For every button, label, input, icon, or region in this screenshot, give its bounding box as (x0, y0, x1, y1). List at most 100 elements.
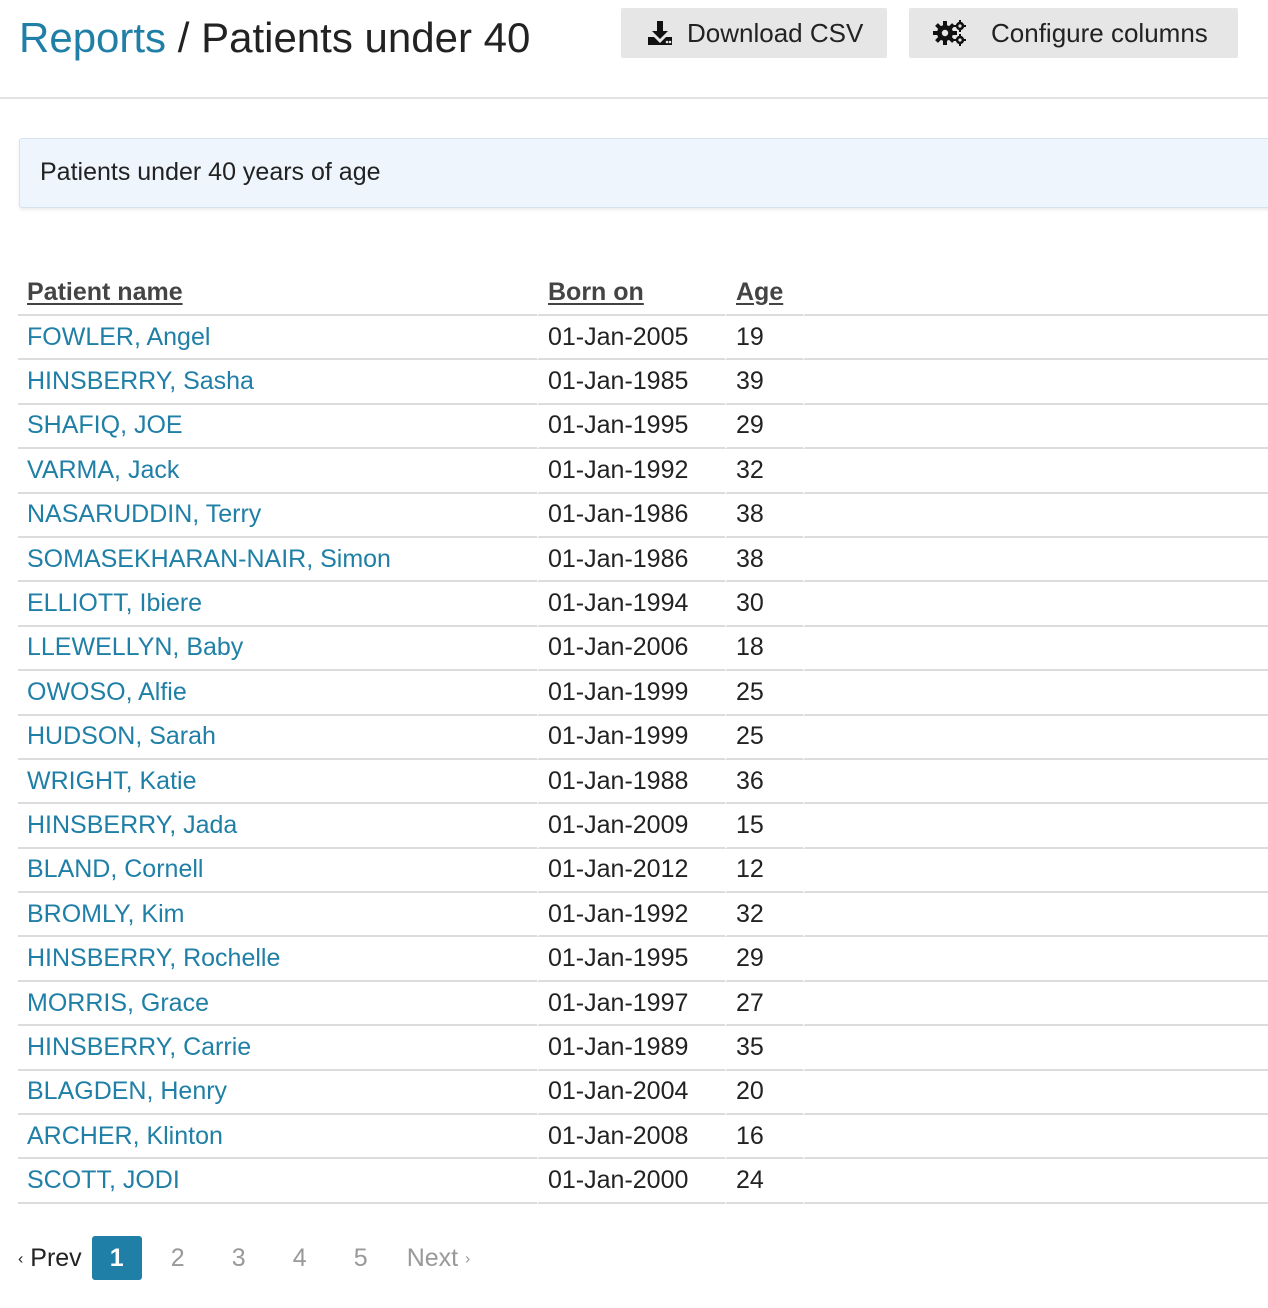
report-title: Patients under 40 (201, 14, 531, 61)
patient-name-link[interactable]: BROMLY, Kim (27, 900, 184, 928)
patient-name-link[interactable]: ELLIOTT, Ibiere (27, 589, 202, 617)
patient-name-cell: HINSBERRY, Carrie (18, 1026, 537, 1071)
patient-name-cell: FOWLER, Angel (18, 316, 537, 361)
table-row: SOMASEKHARAN-NAIR, Simon 01-Jan-1986 38 (18, 537, 1268, 583)
age-cell: 35 (725, 1026, 803, 1071)
age-cell: 18 (725, 626, 803, 672)
spacer-cell (803, 848, 1268, 894)
patient-name-link[interactable]: HUDSON, Sarah (27, 722, 216, 750)
spacer-cell (803, 1159, 1268, 1204)
patient-name-link[interactable]: FOWLER, Angel (27, 323, 210, 351)
spacer-cell (803, 537, 1268, 583)
breadcrumb-reports-link[interactable]: Reports (19, 14, 166, 61)
patient-name-cell: BROMLY, Kim (18, 893, 537, 938)
table-header-row: Patient name Born on Age (18, 272, 1268, 316)
breadcrumb-separator: / (166, 14, 202, 61)
born-on-cell: 01-Jan-2012 (537, 848, 725, 894)
spacer-cell (803, 981, 1268, 1027)
patient-name-link[interactable]: SHAFIQ, JOE (27, 411, 183, 439)
configure-columns-button[interactable]: Configure columns (909, 8, 1238, 58)
patient-name-link[interactable]: OWOSO, Alfie (27, 678, 187, 706)
table-row: SCOTT, JODI 01-Jan-2000 24 (18, 1159, 1268, 1204)
patient-name-link[interactable]: HINSBERRY, Jada (27, 811, 237, 839)
age-cell: 29 (725, 404, 803, 450)
sort-age-link[interactable]: Age (736, 278, 783, 306)
patient-name-cell: ARCHER, Klinton (18, 1115, 537, 1160)
spacer-cell (803, 626, 1268, 672)
table-row: MORRIS, Grace 01-Jan-1997 27 (18, 981, 1268, 1027)
patient-name-cell: SOMASEKHARAN-NAIR, Simon (18, 538, 537, 583)
chevron-left-icon: ‹ (18, 1249, 24, 1267)
page-link-2[interactable]: 2 (153, 1236, 203, 1280)
download-csv-label: Download CSV (687, 17, 864, 48)
patient-name-cell: BLAND, Cornell (18, 849, 537, 894)
patient-name-link[interactable]: WRIGHT, Katie (27, 767, 196, 795)
prev-page-link[interactable]: ‹ Prev (18, 1244, 82, 1273)
table-row: NASARUDDIN, Terry 01-Jan-1986 38 (18, 493, 1268, 538)
patient-name-cell: OWOSO, Alfie (18, 671, 537, 716)
born-on-cell: 01-Jan-1989 (537, 1026, 725, 1071)
pagination: ‹ Prev 1 2 3 4 5 Next › (18, 1236, 470, 1280)
age-cell: 36 (725, 759, 803, 805)
download-icon (647, 20, 673, 46)
spacer-cell (803, 893, 1268, 938)
table-row: BROMLY, Kim 01-Jan-1992 32 (18, 893, 1268, 938)
patient-name-link[interactable]: SOMASEKHARAN-NAIR, Simon (27, 545, 391, 573)
table-row: LLEWELLYN, Baby 01-Jan-2006 18 (18, 626, 1268, 672)
patient-name-link[interactable]: NASARUDDIN, Terry (27, 500, 261, 528)
born-on-cell: 01-Jan-1995 (537, 404, 725, 450)
born-on-cell: 01-Jan-2006 (537, 626, 725, 672)
page-link-3[interactable]: 3 (214, 1236, 264, 1280)
spacer-cell (803, 316, 1268, 361)
patient-name-cell: HINSBERRY, Rochelle (18, 937, 537, 982)
spacer-cell (803, 582, 1268, 627)
patient-name-link[interactable]: HINSBERRY, Rochelle (27, 944, 280, 972)
spacer-cell (803, 404, 1268, 450)
age-cell: 30 (725, 582, 803, 627)
column-header-spacer (803, 272, 1268, 316)
patient-name-link[interactable]: BLAND, Cornell (27, 855, 203, 883)
spacer-cell (803, 937, 1268, 982)
age-cell: 15 (725, 804, 803, 849)
patient-name-link[interactable]: LLEWELLYN, Baby (27, 633, 243, 661)
spacer-cell (803, 493, 1268, 538)
age-cell: 20 (725, 1070, 803, 1116)
patient-name-link[interactable]: ARCHER, Klinton (27, 1122, 223, 1150)
patient-name-link[interactable]: HINSBERRY, Carrie (27, 1033, 251, 1061)
sort-born-on-link[interactable]: Born on (548, 278, 644, 306)
age-cell: 32 (725, 893, 803, 938)
page-link-5[interactable]: 5 (336, 1236, 386, 1280)
patient-name-link[interactable]: VARMA, Jack (27, 456, 179, 484)
page-link-4[interactable]: 4 (275, 1236, 325, 1280)
born-on-cell: 01-Jan-1999 (537, 671, 725, 716)
spacer-cell (803, 449, 1268, 494)
age-cell: 16 (725, 1115, 803, 1160)
patient-name-link[interactable]: BLAGDEN, Henry (27, 1077, 227, 1105)
next-label: Next (406, 1243, 459, 1272)
patient-name-cell: VARMA, Jack (18, 449, 537, 494)
table-row: VARMA, Jack 01-Jan-1992 32 (18, 449, 1268, 494)
born-on-cell: 01-Jan-1994 (537, 582, 725, 627)
patient-name-link[interactable]: MORRIS, Grace (27, 989, 209, 1017)
sort-patient-name-link[interactable]: Patient name (27, 278, 183, 306)
page-link-1[interactable]: 1 (91, 1236, 142, 1280)
spacer-cell (803, 1026, 1268, 1071)
patients-table: Patient name Born on Age FOWLER, Angel 01… (18, 272, 1268, 1204)
patient-name-cell: BLAGDEN, Henry (18, 1071, 537, 1116)
table-row: ARCHER, Klinton 01-Jan-2008 16 (18, 1115, 1268, 1160)
patient-name-link[interactable]: SCOTT, JODI (27, 1166, 180, 1194)
born-on-cell: 01-Jan-1997 (537, 981, 725, 1027)
next-page-link[interactable]: Next › (407, 1244, 471, 1273)
patient-name-cell: LLEWELLYN, Baby (18, 627, 537, 672)
page-header: Reports / Patients under 40 Download CSV (0, 0, 1268, 99)
report-description: Patients under 40 years of age (40, 158, 381, 186)
download-csv-button[interactable]: Download CSV (621, 8, 887, 58)
spacer-cell (803, 715, 1268, 760)
born-on-cell: 01-Jan-1986 (537, 537, 725, 583)
patient-name-link[interactable]: HINSBERRY, Sasha (27, 367, 254, 395)
column-header-born-on: Born on (537, 272, 725, 316)
spacer-cell (803, 804, 1268, 849)
born-on-cell: 01-Jan-2009 (537, 804, 725, 849)
page-title: Reports / Patients under 40 (19, 12, 530, 64)
born-on-cell: 01-Jan-2008 (537, 1115, 725, 1160)
